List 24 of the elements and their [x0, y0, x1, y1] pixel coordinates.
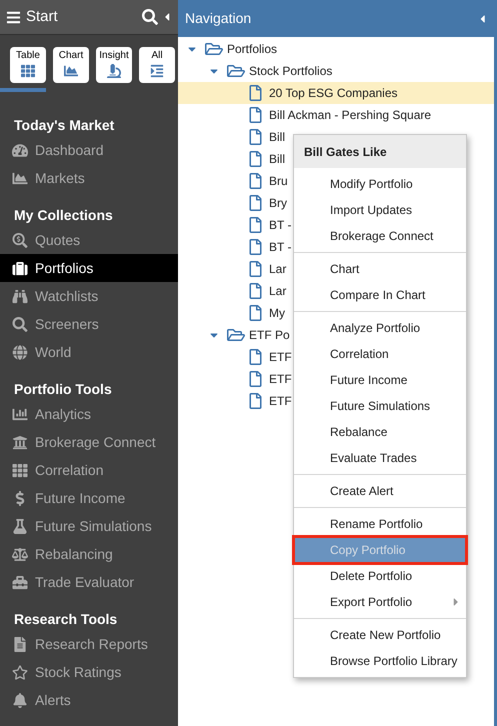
- navigation-title: Navigation: [185, 9, 252, 28]
- tree-label: Portfolios: [227, 41, 278, 58]
- tree-label: ETF: [269, 393, 292, 410]
- tree-label: BT -: [269, 217, 292, 234]
- tree-label: Lar: [269, 261, 286, 278]
- section-heading: Research Tools: [13, 610, 118, 628]
- tree-label: BT -: [269, 239, 292, 256]
- sidebar-title: Start: [26, 6, 58, 27]
- tree-label: Bry: [269, 195, 287, 212]
- tree-label: ETF: [269, 371, 292, 388]
- tree-label: ETF Po: [249, 327, 290, 344]
- context-menu-title: Bill Gates Like: [294, 135, 466, 168]
- tree-label: Lar: [269, 283, 286, 300]
- tree-label: Bru: [269, 173, 288, 190]
- tree-label: Bill: [269, 129, 286, 146]
- tree-label: Stock Portfolios: [249, 63, 332, 80]
- tree-label: Bill Ackman - Pershing Square: [269, 107, 432, 124]
- section-heading: Today's Market: [13, 116, 116, 135]
- tree-label: My: [269, 305, 285, 322]
- tree-label: ETF: [269, 349, 292, 366]
- tree-label: 20 Top ESG Companies: [269, 85, 398, 102]
- section-heading: My Collections: [13, 206, 114, 225]
- section-heading: Portfolio Tools: [13, 380, 113, 398]
- tree-label: Bill: [269, 151, 286, 168]
